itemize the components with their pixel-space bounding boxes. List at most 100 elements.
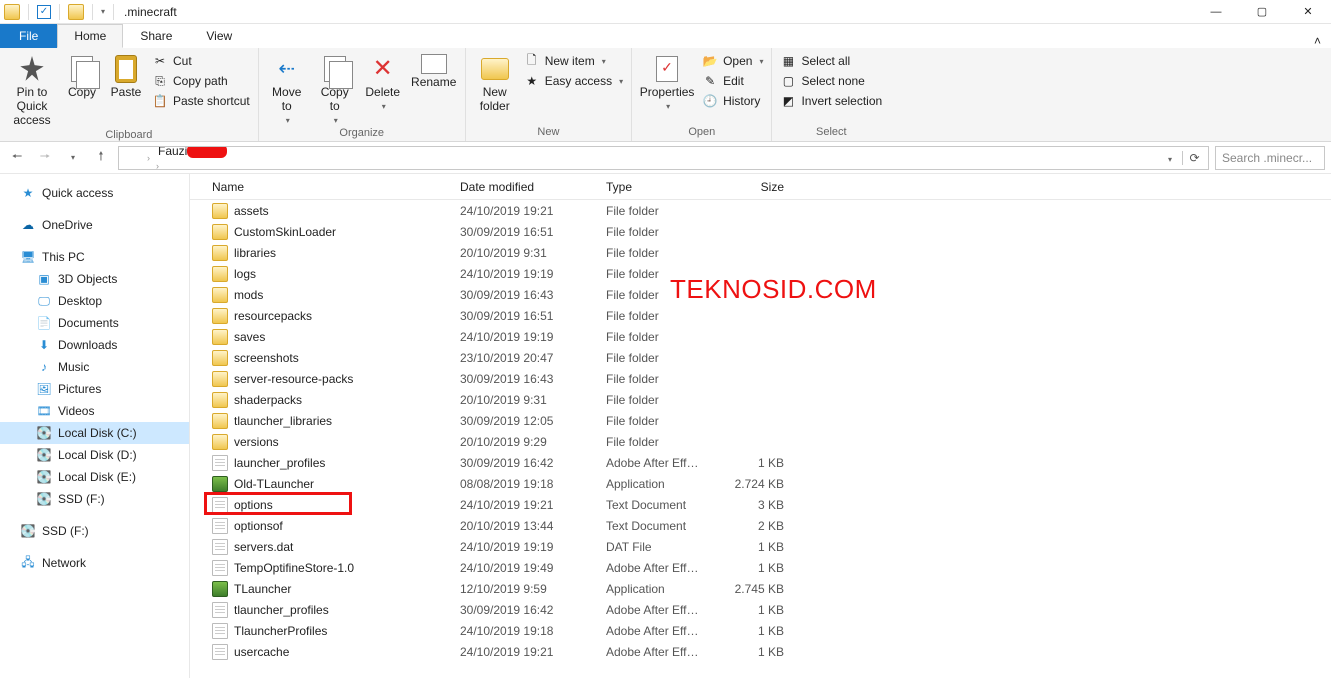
new-folder-button[interactable]: New folder bbox=[472, 50, 518, 114]
file-row[interactable]: TLauncher12/10/2019 9:59Application2.745… bbox=[190, 578, 1331, 599]
file-name: resourcepacks bbox=[234, 309, 312, 323]
file-row[interactable]: CustomSkinLoader30/09/2019 16:51File fol… bbox=[190, 221, 1331, 242]
file-type: File folder bbox=[596, 288, 714, 302]
nav-onedrive[interactable]: ☁OneDrive bbox=[0, 214, 189, 236]
nav-ssd-f[interactable]: 💽SSD (F:) bbox=[0, 488, 189, 510]
doc-icon: 📄 bbox=[36, 315, 52, 331]
select-none-button[interactable]: ▢Select none bbox=[778, 72, 884, 90]
new-item-button[interactable]: 🗋New item▾ bbox=[522, 52, 625, 70]
file-row[interactable]: TlauncherProfiles24/10/2019 19:18Adobe A… bbox=[190, 620, 1331, 641]
edit-icon: ✎ bbox=[702, 73, 718, 89]
file-row[interactable]: saves24/10/2019 19:19File folder bbox=[190, 326, 1331, 347]
file-row[interactable]: optionsof20/10/2019 13:44Text Document2 … bbox=[190, 515, 1331, 536]
paste-shortcut-button[interactable]: 📋Paste shortcut bbox=[150, 92, 252, 110]
app-icon bbox=[212, 581, 228, 597]
col-type[interactable]: Type bbox=[596, 180, 714, 194]
qat-folder-icon[interactable] bbox=[68, 4, 84, 20]
file-row[interactable]: screenshots23/10/2019 20:47File folder bbox=[190, 347, 1331, 368]
rename-button[interactable]: Rename bbox=[409, 50, 459, 90]
invert-icon: ◩ bbox=[780, 93, 796, 109]
qat-dropdown-icon[interactable]: ▾ bbox=[101, 7, 105, 16]
file-row[interactable]: servers.dat24/10/2019 19:19DAT File1 KB bbox=[190, 536, 1331, 557]
file-row[interactable]: Old-TLauncher08/08/2019 19:18Application… bbox=[190, 473, 1331, 494]
address-bar[interactable]: › This PC›Local Disk (C:)›Users›Fauzi ›A… bbox=[118, 146, 1209, 170]
cut-button[interactable]: ✂Cut bbox=[150, 52, 252, 70]
tab-file[interactable]: File bbox=[0, 24, 57, 48]
close-button[interactable]: ✕ bbox=[1285, 0, 1331, 24]
file-row[interactable]: mods30/09/2019 16:43File folder bbox=[190, 284, 1331, 305]
qat-checkbox-icon[interactable]: ✓ bbox=[37, 5, 51, 19]
tab-share[interactable]: Share bbox=[123, 24, 189, 48]
file-row[interactable]: versions20/10/2019 9:29File folder bbox=[190, 431, 1331, 452]
file-row[interactable]: server-resource-packs30/09/2019 16:43Fil… bbox=[190, 368, 1331, 389]
breadcrumb-seg[interactable]: Fauzi bbox=[154, 146, 241, 158]
maximize-button[interactable]: ▢ bbox=[1239, 0, 1285, 24]
pin-quick-access-button[interactable]: Pin to Quick access bbox=[6, 50, 58, 127]
file-icon bbox=[212, 644, 228, 660]
tab-home[interactable]: Home bbox=[57, 24, 123, 48]
search-input[interactable]: Search .minecr... bbox=[1215, 146, 1325, 170]
nav-pane[interactable]: ★Quick access ☁OneDrive 🖥This PC ▣3D Obj… bbox=[0, 174, 190, 678]
col-date[interactable]: Date modified bbox=[450, 180, 596, 194]
nav-disk-e[interactable]: 💽Local Disk (E:) bbox=[0, 466, 189, 488]
copy-to-button[interactable]: Copy to▾ bbox=[313, 50, 357, 125]
edit-button[interactable]: ✎Edit bbox=[700, 72, 765, 90]
refresh-button[interactable]: ⟳ bbox=[1182, 151, 1206, 165]
delete-button[interactable]: ✕Delete▾ bbox=[361, 50, 405, 111]
nav-documents[interactable]: 📄Documents bbox=[0, 312, 189, 334]
move-to-button[interactable]: ⇠Move to▾ bbox=[265, 50, 309, 125]
file-row[interactable]: libraries20/10/2019 9:31File folder bbox=[190, 242, 1331, 263]
properties-icon bbox=[656, 56, 678, 82]
copy-button[interactable]: Copy bbox=[62, 50, 102, 100]
up-button[interactable]: 🠕 bbox=[90, 147, 112, 169]
properties-button[interactable]: Properties▾ bbox=[638, 50, 696, 111]
nav-ssd-f-2[interactable]: 💽SSD (F:) bbox=[0, 520, 189, 542]
nav-3d-objects[interactable]: ▣3D Objects bbox=[0, 268, 189, 290]
file-row[interactable]: assets24/10/2019 19:21File folder bbox=[190, 200, 1331, 221]
file-icon bbox=[212, 560, 228, 576]
file-row[interactable]: shaderpacks20/10/2019 9:31File folder bbox=[190, 389, 1331, 410]
file-date: 20/10/2019 9:31 bbox=[450, 246, 596, 260]
select-all-button[interactable]: ▦Select all bbox=[778, 52, 884, 70]
easy-access-button[interactable]: ★Easy access▾ bbox=[522, 72, 625, 90]
file-row[interactable]: options24/10/2019 19:21Text Document3 KB bbox=[190, 494, 1331, 515]
file-row[interactable]: resourcepacks30/09/2019 16:51File folder bbox=[190, 305, 1331, 326]
minimize-button[interactable]: ― bbox=[1193, 0, 1239, 24]
file-row[interactable]: usercache24/10/2019 19:21Adobe After Eff… bbox=[190, 641, 1331, 662]
file-date: 30/09/2019 16:51 bbox=[450, 225, 596, 239]
file-row[interactable]: tlauncher_profiles30/09/2019 16:42Adobe … bbox=[190, 599, 1331, 620]
paste-button[interactable]: Paste bbox=[106, 50, 146, 100]
open-button[interactable]: 📂Open▾ bbox=[700, 52, 765, 70]
nav-videos[interactable]: 🎞Videos bbox=[0, 400, 189, 422]
nav-desktop[interactable]: 🖵Desktop bbox=[0, 290, 189, 312]
col-name[interactable]: Name bbox=[190, 180, 450, 194]
nav-disk-c[interactable]: 💽Local Disk (C:) bbox=[0, 422, 189, 444]
file-row[interactable]: tlauncher_libraries30/09/2019 12:05File … bbox=[190, 410, 1331, 431]
file-list[interactable]: Name Date modified Type Size assets24/10… bbox=[190, 174, 1331, 678]
invert-selection-button[interactable]: ◩Invert selection bbox=[778, 92, 884, 110]
nav-downloads[interactable]: ⬇Downloads bbox=[0, 334, 189, 356]
history-button[interactable]: 🕘History bbox=[700, 92, 765, 110]
col-size[interactable]: Size bbox=[714, 180, 794, 194]
nav-disk-d[interactable]: 💽Local Disk (D:) bbox=[0, 444, 189, 466]
tab-view[interactable]: View bbox=[189, 24, 249, 48]
nav-pictures[interactable]: 🖼Pictures bbox=[0, 378, 189, 400]
address-dropdown-icon[interactable]: ▾ bbox=[1160, 151, 1180, 165]
copy-path-button[interactable]: ⎘Copy path bbox=[150, 72, 252, 90]
nav-network[interactable]: 🖧Network bbox=[0, 552, 189, 574]
recent-locations-button[interactable]: ▾ bbox=[62, 147, 84, 169]
column-headers[interactable]: Name Date modified Type Size bbox=[190, 174, 1331, 200]
file-type: Adobe After Effect... bbox=[596, 561, 714, 575]
forward-button[interactable]: 🠖 bbox=[34, 147, 56, 169]
ribbon-collapse-icon[interactable]: ˄ bbox=[1304, 34, 1331, 48]
nav-quick-access[interactable]: ★Quick access bbox=[0, 182, 189, 204]
file-row[interactable]: logs24/10/2019 19:19File folder bbox=[190, 263, 1331, 284]
nav-this-pc[interactable]: 🖥This PC bbox=[0, 246, 189, 268]
file-row[interactable]: TempOptifineStore-1.024/10/2019 19:49Ado… bbox=[190, 557, 1331, 578]
nav-music[interactable]: ♪Music bbox=[0, 356, 189, 378]
file-row[interactable]: launcher_profiles30/09/2019 16:42Adobe A… bbox=[190, 452, 1331, 473]
file-type: DAT File bbox=[596, 540, 714, 554]
folder-icon bbox=[212, 308, 228, 324]
back-button[interactable]: 🠔 bbox=[6, 147, 28, 169]
file-type: File folder bbox=[596, 309, 714, 323]
